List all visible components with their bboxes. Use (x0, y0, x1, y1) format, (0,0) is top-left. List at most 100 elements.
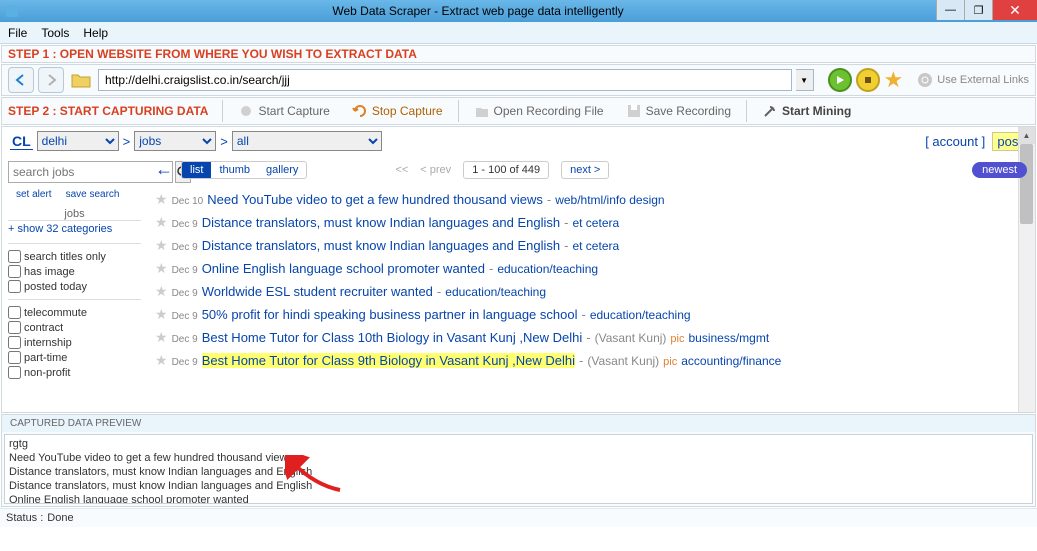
star-icon[interactable]: ★ (155, 306, 168, 323)
listing-date: Dec 9 (172, 265, 198, 276)
listing-row: ★ Dec 9 Worldwide ESL student recruiter w… (155, 280, 1027, 303)
window-title: Web Data Scraper - Extract web page data… (20, 4, 936, 18)
listing-category[interactable]: web/html/info design (555, 193, 664, 207)
star-icon[interactable]: ★ (155, 214, 168, 231)
star-icon[interactable]: ★ (155, 352, 168, 369)
nav-forward-button[interactable] (38, 67, 64, 93)
star-icon[interactable]: ★ (155, 260, 168, 277)
star-icon[interactable]: ★ (155, 329, 168, 346)
menubar: File Tools Help (0, 22, 1037, 44)
menu-file[interactable]: File (8, 26, 27, 40)
filter-telecommute[interactable]: telecommute (8, 306, 141, 319)
minimize-button[interactable]: — (936, 0, 964, 20)
listing-title[interactable]: Online English language school promoter … (202, 261, 485, 276)
cl-main: ← list thumb gallery << < prev 1 - 100 o… (147, 155, 1035, 412)
listing-category[interactable]: education/teaching (590, 308, 691, 322)
app-icon (4, 3, 20, 19)
set-alert-link[interactable]: set alert (16, 189, 52, 200)
back-arrow-icon[interactable]: ← (155, 159, 173, 180)
start-capture-button[interactable]: Start Capture (229, 100, 338, 122)
filter-posted-today[interactable]: posted today (8, 280, 141, 293)
filter-has-image[interactable]: has image (8, 265, 141, 278)
save-search-link[interactable]: save search (66, 189, 120, 200)
checkbox[interactable] (8, 321, 21, 334)
checkbox[interactable] (8, 265, 21, 278)
listing-category[interactable]: education/teaching (497, 262, 598, 276)
listing-title[interactable]: Best Home Tutor for Class 9th Biology in… (202, 353, 575, 368)
listing-row: ★ Dec 9 Online English language school pr… (155, 257, 1027, 280)
listing-title[interactable]: Best Home Tutor for Class 10th Biology i… (202, 330, 583, 345)
checkbox[interactable] (8, 306, 21, 319)
listing-title[interactable]: 50% profit for hindi speaking business p… (202, 307, 578, 322)
listing-category[interactable]: accounting/finance (681, 354, 781, 368)
filter-part-time[interactable]: part-time (8, 351, 141, 364)
cl-sidebar: set alert save search jobs + show 32 cat… (2, 155, 147, 412)
listing-row: ★ Dec 10 Need YouTube video to get a few … (155, 188, 1027, 211)
stop-capture-button[interactable]: Stop Capture (343, 100, 452, 122)
listing-date: Dec 9 (172, 334, 198, 345)
listing-category[interactable]: education/teaching (445, 285, 546, 299)
open-recording-button[interactable]: Open Recording File (465, 100, 613, 122)
open-folder-button[interactable] (68, 69, 94, 91)
cl-logo[interactable]: CL (10, 133, 33, 150)
external-links-toggle[interactable]: Use External Links (917, 72, 1029, 88)
listing-date: Dec 9 (172, 311, 198, 322)
checkbox[interactable] (8, 351, 21, 364)
url-dropdown[interactable]: ▼ (796, 69, 814, 91)
nav-back-button[interactable] (8, 67, 34, 93)
cl-city-select[interactable]: delhi (37, 131, 119, 151)
listing-title[interactable]: Distance translators, must know Indian l… (202, 215, 560, 230)
cl-subcategory-select[interactable]: all (232, 131, 382, 151)
stop-button[interactable] (856, 68, 880, 92)
star-icon[interactable]: ★ (155, 237, 168, 254)
listing-title[interactable]: Need YouTube video to get a few hundred … (207, 192, 543, 207)
checkbox[interactable] (8, 280, 21, 293)
listing-location: (Vasant Kunj) (587, 354, 659, 368)
view-list-tab[interactable]: list (182, 162, 211, 178)
close-button[interactable]: ✕ (992, 0, 1037, 20)
listing-date: Dec 9 (172, 288, 198, 299)
bc-sep1: > (123, 134, 131, 149)
folder-open-icon (474, 103, 490, 119)
go-button[interactable] (828, 68, 852, 92)
account-link[interactable]: account (932, 134, 978, 149)
checkbox[interactable] (8, 250, 21, 263)
menu-help[interactable]: Help (83, 26, 108, 40)
show-categories-link[interactable]: + show 32 categories (8, 223, 141, 235)
view-gallery-tab[interactable]: gallery (258, 162, 306, 178)
cl-category-select[interactable]: jobs (134, 131, 216, 151)
star-icon[interactable]: ★ (155, 283, 168, 300)
star-icon[interactable]: ★ (155, 191, 168, 208)
start-mining-button[interactable]: Start Mining (753, 100, 860, 122)
step2-row: STEP 2 : START CAPTURING DATA Start Capt… (1, 97, 1036, 125)
view-thumb-tab[interactable]: thumb (211, 162, 258, 178)
checkbox[interactable] (8, 336, 21, 349)
pg-first[interactable]: << (395, 164, 408, 176)
preview-textarea[interactable]: rgtgNeed YouTube video to get a few hund… (4, 434, 1033, 504)
listing-category[interactable]: et cetera (572, 216, 619, 230)
maximize-button[interactable]: ❐ (964, 0, 992, 20)
listing-title[interactable]: Distance translators, must know Indian l… (202, 238, 560, 253)
pg-prev[interactable]: < prev (420, 164, 451, 176)
save-recording-button[interactable]: Save Recording (617, 100, 740, 122)
url-input[interactable] (98, 69, 792, 91)
favorite-icon[interactable]: ★ (884, 67, 904, 93)
listing-title[interactable]: Worldwide ESL student recruiter wanted (202, 284, 433, 299)
filter-search-titles-only[interactable]: search titles only (8, 250, 141, 263)
preview-line: Need YouTube video to get a few hundred … (9, 451, 1028, 465)
listing-category[interactable]: et cetera (572, 239, 619, 253)
pic-badge: pic (670, 333, 684, 345)
filter-internship[interactable]: internship (8, 336, 141, 349)
scroll-up-button[interactable]: ▲ (1018, 127, 1035, 144)
checkbox[interactable] (8, 366, 21, 379)
menu-tools[interactable]: Tools (41, 26, 69, 40)
sort-newest[interactable]: newest (972, 162, 1027, 178)
listing-category[interactable]: business/mgmt (688, 331, 769, 345)
step2-label: STEP 2 : START CAPTURING DATA (8, 104, 208, 118)
filter-non-profit[interactable]: non-profit (8, 366, 141, 379)
filter-contract[interactable]: contract (8, 321, 141, 334)
pg-next[interactable]: next > (561, 161, 609, 179)
listing-date: Dec 10 (172, 196, 204, 207)
status-value: Done (47, 512, 73, 524)
listing-date: Dec 9 (172, 219, 198, 230)
